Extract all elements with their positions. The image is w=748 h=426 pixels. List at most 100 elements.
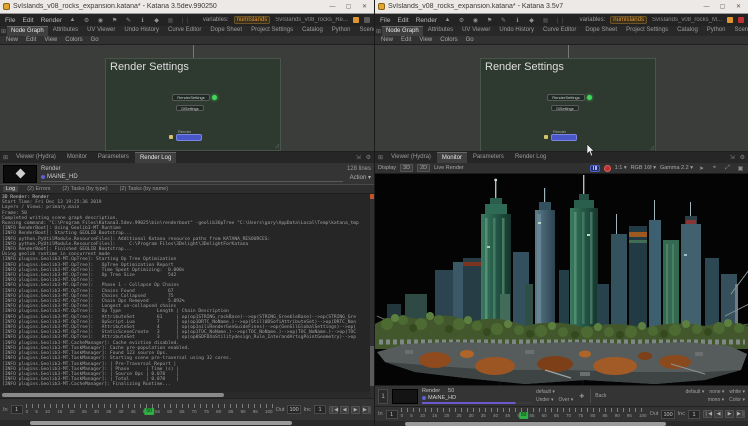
variables-dropdown[interactable]: numIslands bbox=[610, 16, 647, 24]
view-dropdown[interactable]: default ▾ bbox=[536, 389, 573, 395]
catalog-thumbnail[interactable] bbox=[392, 389, 418, 404]
nodegraph-menu-item[interactable]: Edit bbox=[401, 37, 411, 43]
flag-icon[interactable]: ⚑ bbox=[110, 17, 119, 24]
scroll-thumb[interactable] bbox=[2, 393, 224, 397]
nodegraph-menu-item[interactable]: Go bbox=[466, 37, 474, 43]
play-button[interactable]: ▶ bbox=[725, 410, 734, 418]
crosshair-icon[interactable]: ⌖ bbox=[710, 165, 719, 172]
tab-viewer-hydra[interactable]: Viewer (Hydra) bbox=[386, 152, 436, 163]
go-to-start-button[interactable]: ❘◀ bbox=[329, 406, 338, 414]
nodegraph-menu-item[interactable]: View bbox=[419, 37, 432, 43]
pointer-icon[interactable]: ➤ bbox=[697, 165, 706, 172]
maximize-button[interactable]: ▢ bbox=[716, 2, 729, 12]
tab[interactable]: Python bbox=[328, 26, 355, 36]
tab[interactable]: Catalog bbox=[673, 26, 702, 36]
display-dropdown[interactable]: Display bbox=[378, 165, 396, 171]
nodegraph-menu-item[interactable]: Colors bbox=[65, 37, 82, 43]
maximize-button[interactable]: ▢ bbox=[342, 2, 355, 12]
title-bar[interactable]: SvIslands_v08_rocks_expansion.katana* - … bbox=[375, 0, 748, 14]
close-button[interactable]: ✕ bbox=[732, 2, 745, 12]
tab[interactable]: Python bbox=[703, 26, 730, 36]
variables-dropdown[interactable]: numIslands bbox=[234, 16, 271, 24]
view-3d-button[interactable]: 3D bbox=[400, 164, 413, 172]
tab[interactable]: Attributes bbox=[424, 26, 457, 36]
pane-menu-icon[interactable]: ⊞ bbox=[1, 154, 10, 161]
pane-menu-icon[interactable]: ⊞ bbox=[376, 154, 385, 161]
timeline-scrollbar[interactable] bbox=[375, 421, 748, 426]
log-filter[interactable]: (2) Errors bbox=[24, 186, 53, 192]
monitor-viewport[interactable] bbox=[375, 174, 748, 385]
over-dropdown[interactable]: Over ▾ bbox=[559, 397, 574, 403]
step-back-button[interactable]: ◀ bbox=[714, 410, 723, 418]
split-pane-icon[interactable]: ⇲ bbox=[728, 154, 737, 161]
pause-icon[interactable]: ❘❘ bbox=[180, 17, 189, 24]
live-render-label[interactable]: Live Render bbox=[434, 165, 464, 171]
tab[interactable]: Scene Gr bbox=[730, 26, 748, 36]
in-frame-field[interactable]: 1 bbox=[11, 405, 23, 414]
menu-edit[interactable]: Edit bbox=[396, 17, 409, 24]
tab[interactable]: Node Graph bbox=[7, 26, 48, 36]
view-2d-button[interactable]: 2D bbox=[417, 164, 430, 172]
tab[interactable]: Attributes bbox=[49, 26, 82, 36]
wand-icon[interactable]: ✎ bbox=[124, 17, 133, 24]
nodegraph-menu-item[interactable]: New bbox=[6, 37, 18, 43]
flag-icon[interactable]: ⚑ bbox=[485, 17, 494, 24]
back-buffer-button[interactable]: Back bbox=[595, 393, 606, 399]
gamma-dropdown[interactable]: Gamma 2.2 ▾ bbox=[660, 165, 693, 171]
close-button[interactable]: ✕ bbox=[358, 2, 371, 12]
tab[interactable]: Project Settings bbox=[622, 26, 672, 36]
tab-monitor[interactable]: Monitor bbox=[437, 152, 467, 163]
backdrop-resize-handle[interactable]: ◿ bbox=[275, 143, 279, 149]
render-pass-row[interactable]: MAiNE_HD bbox=[41, 174, 343, 182]
tab-render-log[interactable]: Render Log bbox=[135, 152, 176, 163]
tab[interactable]: Undo History bbox=[120, 26, 163, 36]
step-back-button[interactable]: ◀ bbox=[340, 406, 349, 414]
menu-edit[interactable]: Edit bbox=[21, 17, 34, 24]
magnifier-icon[interactable]: ◉ bbox=[96, 17, 105, 24]
nodegraph-menu-item[interactable]: Colors bbox=[440, 37, 457, 43]
stop-render-button[interactable] bbox=[604, 165, 611, 172]
plus-icon[interactable]: ✚ bbox=[577, 393, 586, 400]
tab-monitor[interactable]: Monitor bbox=[62, 152, 92, 163]
node-graph[interactable]: Render Settings ◿ RenderSettings DlSetti… bbox=[375, 44, 748, 152]
node-render[interactable] bbox=[551, 134, 577, 141]
tab[interactable]: Undo History bbox=[495, 26, 538, 36]
nodegraph-menu-item[interactable]: Edit bbox=[26, 37, 36, 43]
gear-icon[interactable]: ⚙ bbox=[82, 17, 91, 24]
log-filter[interactable]: (2) Tasks (by name) bbox=[117, 186, 172, 192]
pane-menu-icon[interactable]: ⊞ bbox=[1, 28, 6, 35]
action-dropdown[interactable]: Action ▾ bbox=[350, 174, 371, 181]
arrow-up-icon[interactable]: ▲ bbox=[68, 17, 77, 23]
out-frame-field[interactable]: 100 bbox=[287, 405, 300, 414]
color-dropdown[interactable]: Color ▾ bbox=[729, 397, 745, 403]
tab[interactable]: UV Viewer bbox=[83, 26, 119, 36]
playhead[interactable]: 50 bbox=[519, 412, 529, 419]
menu-file[interactable]: File bbox=[379, 17, 391, 24]
gear-icon[interactable]: ⚙ bbox=[457, 17, 466, 24]
wand-icon[interactable]: ✎ bbox=[499, 17, 508, 24]
pause-render-button[interactable] bbox=[590, 165, 600, 172]
tab[interactable]: Dope Sheet bbox=[581, 26, 621, 36]
arrow-up-icon[interactable]: ▲ bbox=[443, 17, 452, 23]
node-graph[interactable]: Render Settings ◿ RenderSettings DlSetti… bbox=[0, 44, 374, 152]
node-dlsettings[interactable]: DlSettings bbox=[551, 105, 579, 111]
nodegraph-menu-item[interactable]: Go bbox=[91, 37, 99, 43]
render-log-output[interactable]: 3D Render: RenderStart Time: Fri Dec 13 … bbox=[0, 194, 370, 392]
menu-file[interactable]: File bbox=[4, 17, 16, 24]
info-icon[interactable]: ℹ bbox=[513, 17, 522, 24]
pane-options-icon[interactable]: ⚙ bbox=[738, 154, 747, 161]
mono-dropdown[interactable]: mono ▾ bbox=[708, 397, 724, 403]
render-status-icon[interactable] bbox=[353, 17, 359, 23]
tab[interactable]: UV Viewer bbox=[458, 26, 494, 36]
playhead[interactable]: 50 bbox=[144, 408, 154, 415]
log-filter[interactable]: (2) Tasks (by type) bbox=[59, 186, 110, 192]
render-status-icon[interactable] bbox=[727, 17, 733, 23]
split-pane-icon[interactable]: ⇲ bbox=[354, 154, 363, 161]
pause-icon[interactable]: ❘❘ bbox=[555, 17, 564, 24]
title-bar[interactable]: SvIslands_v08_rocks_expansion.katana* - … bbox=[0, 0, 374, 14]
go-to-end-button[interactable]: ▶❘ bbox=[736, 410, 745, 418]
minimize-button[interactable]: — bbox=[700, 2, 713, 12]
menu-render[interactable]: Render bbox=[415, 17, 438, 24]
frame-ruler[interactable]: 0510152025303540455055606570758085909510… bbox=[26, 403, 273, 417]
nodegraph-menu-item[interactable]: View bbox=[44, 37, 57, 43]
